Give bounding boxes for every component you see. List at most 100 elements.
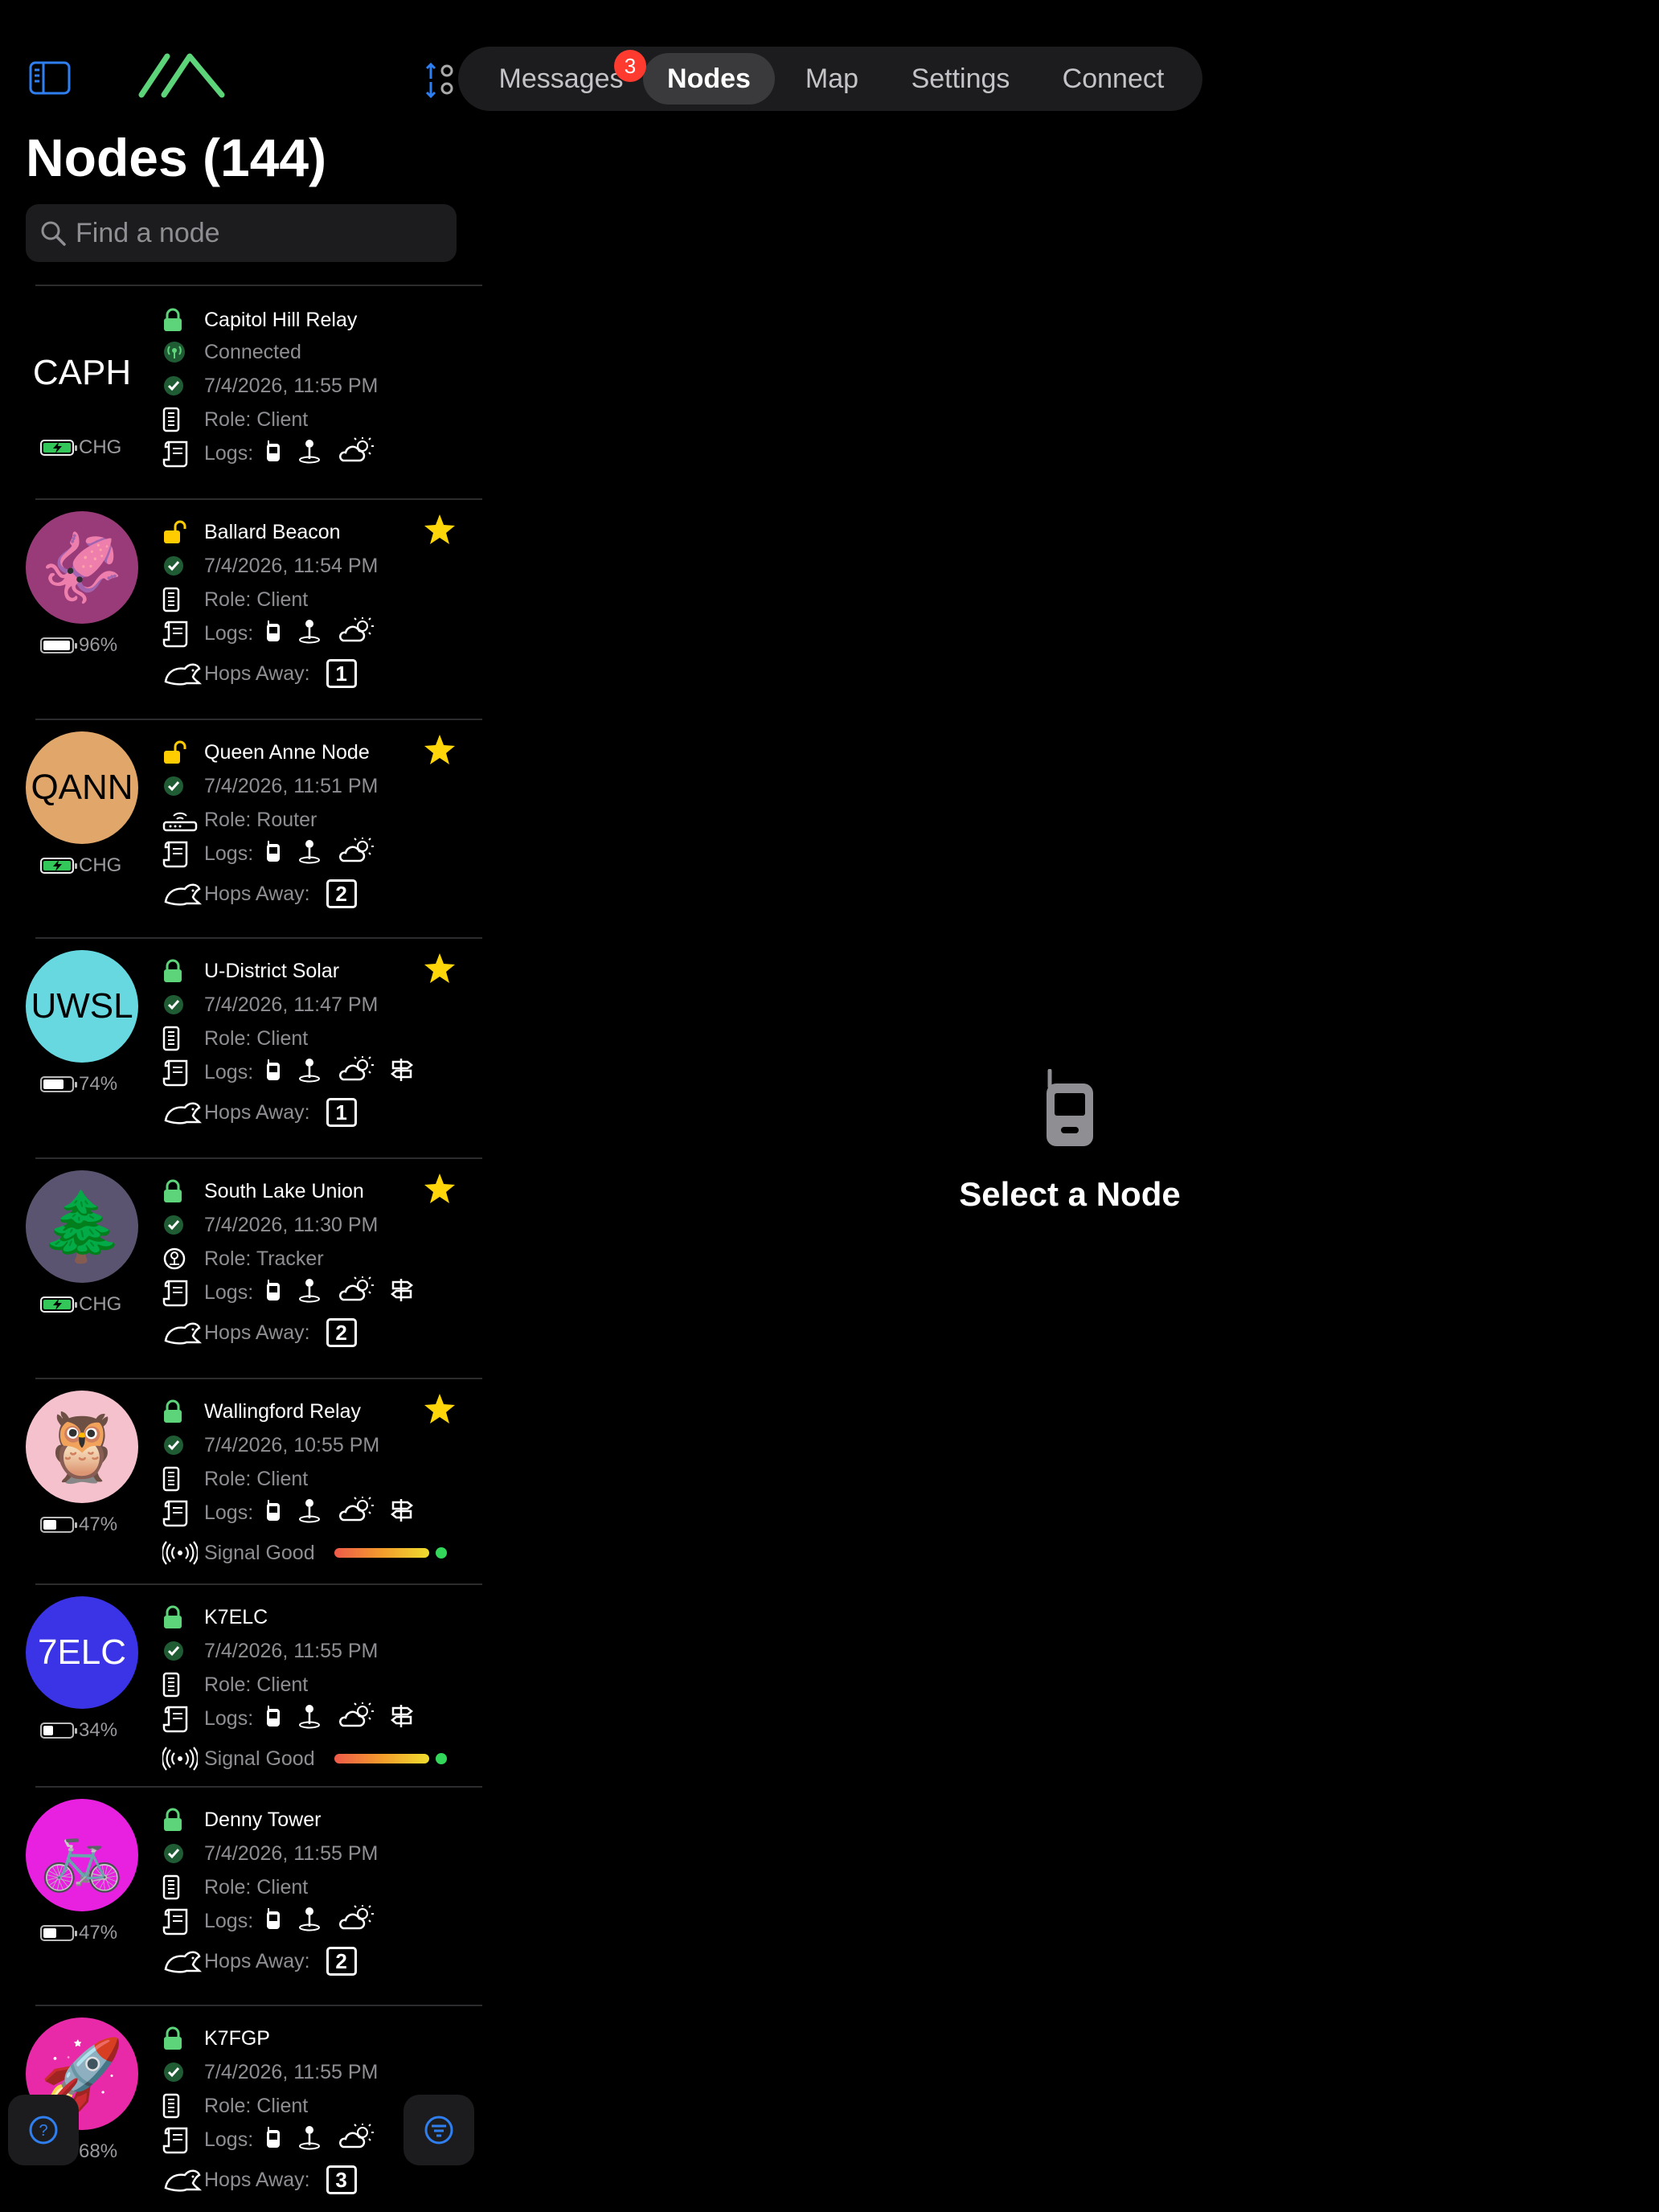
help-button[interactable]: ? bbox=[8, 2095, 79, 2165]
device-log-icon[interactable] bbox=[264, 1907, 282, 1936]
node-row[interactable]: 7ELC 34% K7ELC 7/4/2026, 11:55 PM Role: Cl… bbox=[0, 1583, 482, 1786]
traceroute-log-icon[interactable] bbox=[390, 1497, 414, 1529]
logs-icon bbox=[162, 1278, 204, 1307]
filter-button[interactable] bbox=[403, 2095, 474, 2165]
device-log-icon[interactable] bbox=[264, 619, 282, 649]
node-row[interactable]: 🌲 CHG South Lake Union 7/4/2026, 11:30 PM… bbox=[0, 1157, 482, 1378]
traceroute-log-icon[interactable] bbox=[390, 1703, 414, 1735]
environment-log-icon[interactable] bbox=[337, 1702, 375, 1736]
tab-settings[interactable]: Settings bbox=[892, 53, 1029, 104]
favorite-star-icon[interactable] bbox=[423, 952, 457, 985]
help-icon: ? bbox=[29, 2116, 58, 2144]
favorite-star-icon[interactable] bbox=[423, 1392, 457, 1426]
device-log-icon[interactable] bbox=[264, 1498, 282, 1528]
sidebar-toggle-icon[interactable] bbox=[29, 61, 71, 95]
node-role: Role: Client bbox=[204, 408, 309, 431]
last-heard-check-icon bbox=[162, 993, 204, 1016]
device-log-icon[interactable] bbox=[264, 1704, 282, 1734]
meshtastic-logo-icon bbox=[138, 53, 225, 98]
logs-label: Logs: bbox=[204, 842, 254, 865]
favorite-star-icon[interactable] bbox=[423, 513, 457, 547]
environment-log-icon[interactable] bbox=[337, 1496, 375, 1530]
node-role: Role: Client bbox=[204, 588, 309, 611]
search-icon bbox=[41, 221, 66, 246]
battery-level-text: 47% bbox=[79, 1514, 118, 1535]
device-log-icon[interactable] bbox=[264, 839, 282, 869]
logs-label: Logs: bbox=[204, 1280, 254, 1304]
filter-icon bbox=[424, 2116, 453, 2144]
environment-log-icon[interactable] bbox=[337, 436, 375, 471]
hops-away-label: Hops Away: bbox=[204, 1949, 310, 1972]
environment-log-icon[interactable] bbox=[337, 837, 375, 871]
last-heard-check-icon bbox=[162, 375, 204, 397]
search-input[interactable] bbox=[76, 204, 445, 262]
signal-strength-bar bbox=[334, 1754, 429, 1763]
traceroute-log-icon[interactable] bbox=[390, 1277, 414, 1309]
battery-level-text: CHG bbox=[79, 436, 122, 458]
environment-log-icon[interactable] bbox=[337, 1904, 375, 1939]
logs-icon bbox=[162, 839, 204, 868]
lock-closed-icon bbox=[162, 1179, 204, 1203]
page-title: Nodes (144) bbox=[26, 128, 327, 187]
last-heard-time: 7/4/2026, 11:47 PM bbox=[204, 993, 379, 1016]
last-heard-check-icon bbox=[162, 775, 204, 797]
position-log-icon[interactable] bbox=[297, 838, 322, 870]
position-log-icon[interactable] bbox=[297, 1906, 322, 1937]
node-row[interactable]: 🦑 96% Ballard Beacon 7/4/2026, 11:54 PM Ro… bbox=[0, 498, 482, 719]
environment-log-icon[interactable] bbox=[337, 2123, 375, 2157]
battery-level-text: CHG bbox=[79, 1293, 122, 1315]
position-log-icon[interactable] bbox=[297, 618, 322, 649]
favorite-star-icon[interactable] bbox=[423, 733, 457, 767]
node-name: Queen Anne Node bbox=[204, 740, 370, 764]
position-log-icon[interactable] bbox=[297, 1057, 322, 1088]
environment-log-icon[interactable] bbox=[337, 1055, 375, 1090]
node-role: Role: Router bbox=[204, 808, 317, 831]
signal-label: Signal Good bbox=[204, 1747, 315, 1770]
battery-level-text: 47% bbox=[79, 1922, 118, 1944]
device-log-icon[interactable] bbox=[264, 1058, 282, 1088]
signal-strength-bar bbox=[334, 1548, 429, 1558]
node-name: Capitol Hill Relay bbox=[204, 308, 358, 331]
last-heard-time: 7/4/2026, 11:55 PM bbox=[204, 2060, 379, 2083]
tab-connect[interactable]: Connect bbox=[1045, 53, 1182, 104]
node-avatar: 7ELC bbox=[26, 1596, 138, 1709]
device-log-icon[interactable] bbox=[264, 439, 282, 469]
lock-closed-icon bbox=[162, 2026, 204, 2050]
node-row[interactable]: 🦉 47% Wallingford Relay 7/4/2026, 10:55 P… bbox=[0, 1378, 482, 1583]
environment-log-icon[interactable] bbox=[337, 616, 375, 651]
last-heard-check-icon bbox=[162, 1434, 204, 1456]
position-log-icon[interactable] bbox=[297, 1703, 322, 1735]
search-field[interactable] bbox=[26, 204, 457, 262]
tracker-role-icon bbox=[162, 1247, 204, 1271]
sort-filter-icon[interactable] bbox=[424, 61, 457, 100]
last-heard-time: 7/4/2026, 11:51 PM bbox=[204, 774, 379, 797]
tab-nodes[interactable]: Nodes bbox=[643, 53, 775, 104]
favorite-star-icon[interactable] bbox=[423, 1172, 457, 1206]
hops-count: 2 bbox=[326, 1318, 357, 1347]
device-log-icon[interactable] bbox=[264, 2125, 282, 2155]
lock-closed-icon bbox=[162, 959, 204, 983]
position-log-icon[interactable] bbox=[297, 438, 322, 469]
position-log-icon[interactable] bbox=[297, 1277, 322, 1309]
node-role: Role: Client bbox=[204, 2094, 309, 2117]
node-name: Ballard Beacon bbox=[204, 520, 341, 543]
node-row[interactable]: UWSL 74% U-District Solar 7/4/2026, 11:47… bbox=[0, 937, 482, 1157]
tab-map[interactable]: Map bbox=[788, 53, 876, 104]
signal-icon bbox=[162, 1541, 204, 1565]
position-log-icon[interactable] bbox=[297, 1497, 322, 1529]
traceroute-log-icon[interactable] bbox=[390, 1057, 414, 1088]
logs-icon bbox=[162, 1498, 204, 1527]
node-name: K7ELC bbox=[204, 1605, 268, 1628]
node-row[interactable]: QANN CHG Queen Anne Node 7/4/2026, 11:51 … bbox=[0, 719, 482, 937]
router-role-icon bbox=[162, 808, 204, 832]
logs-label: Logs: bbox=[204, 1060, 254, 1083]
node-row[interactable]: 🚲 47% Denny Tower 7/4/2026, 11:55 PM Role:… bbox=[0, 1786, 482, 2005]
device-log-icon[interactable] bbox=[264, 1278, 282, 1308]
node-avatar: UWSL bbox=[26, 950, 138, 1063]
position-log-icon[interactable] bbox=[297, 2124, 322, 2156]
node-row[interactable]: CAPH CHG Capitol Hill Relay Connected 7/4/… bbox=[0, 286, 482, 498]
battery-level-text: 68% bbox=[79, 2140, 118, 2162]
hops-count: 2 bbox=[326, 879, 357, 908]
environment-log-icon[interactable] bbox=[337, 1276, 375, 1310]
hops-away-icon bbox=[162, 659, 204, 688]
